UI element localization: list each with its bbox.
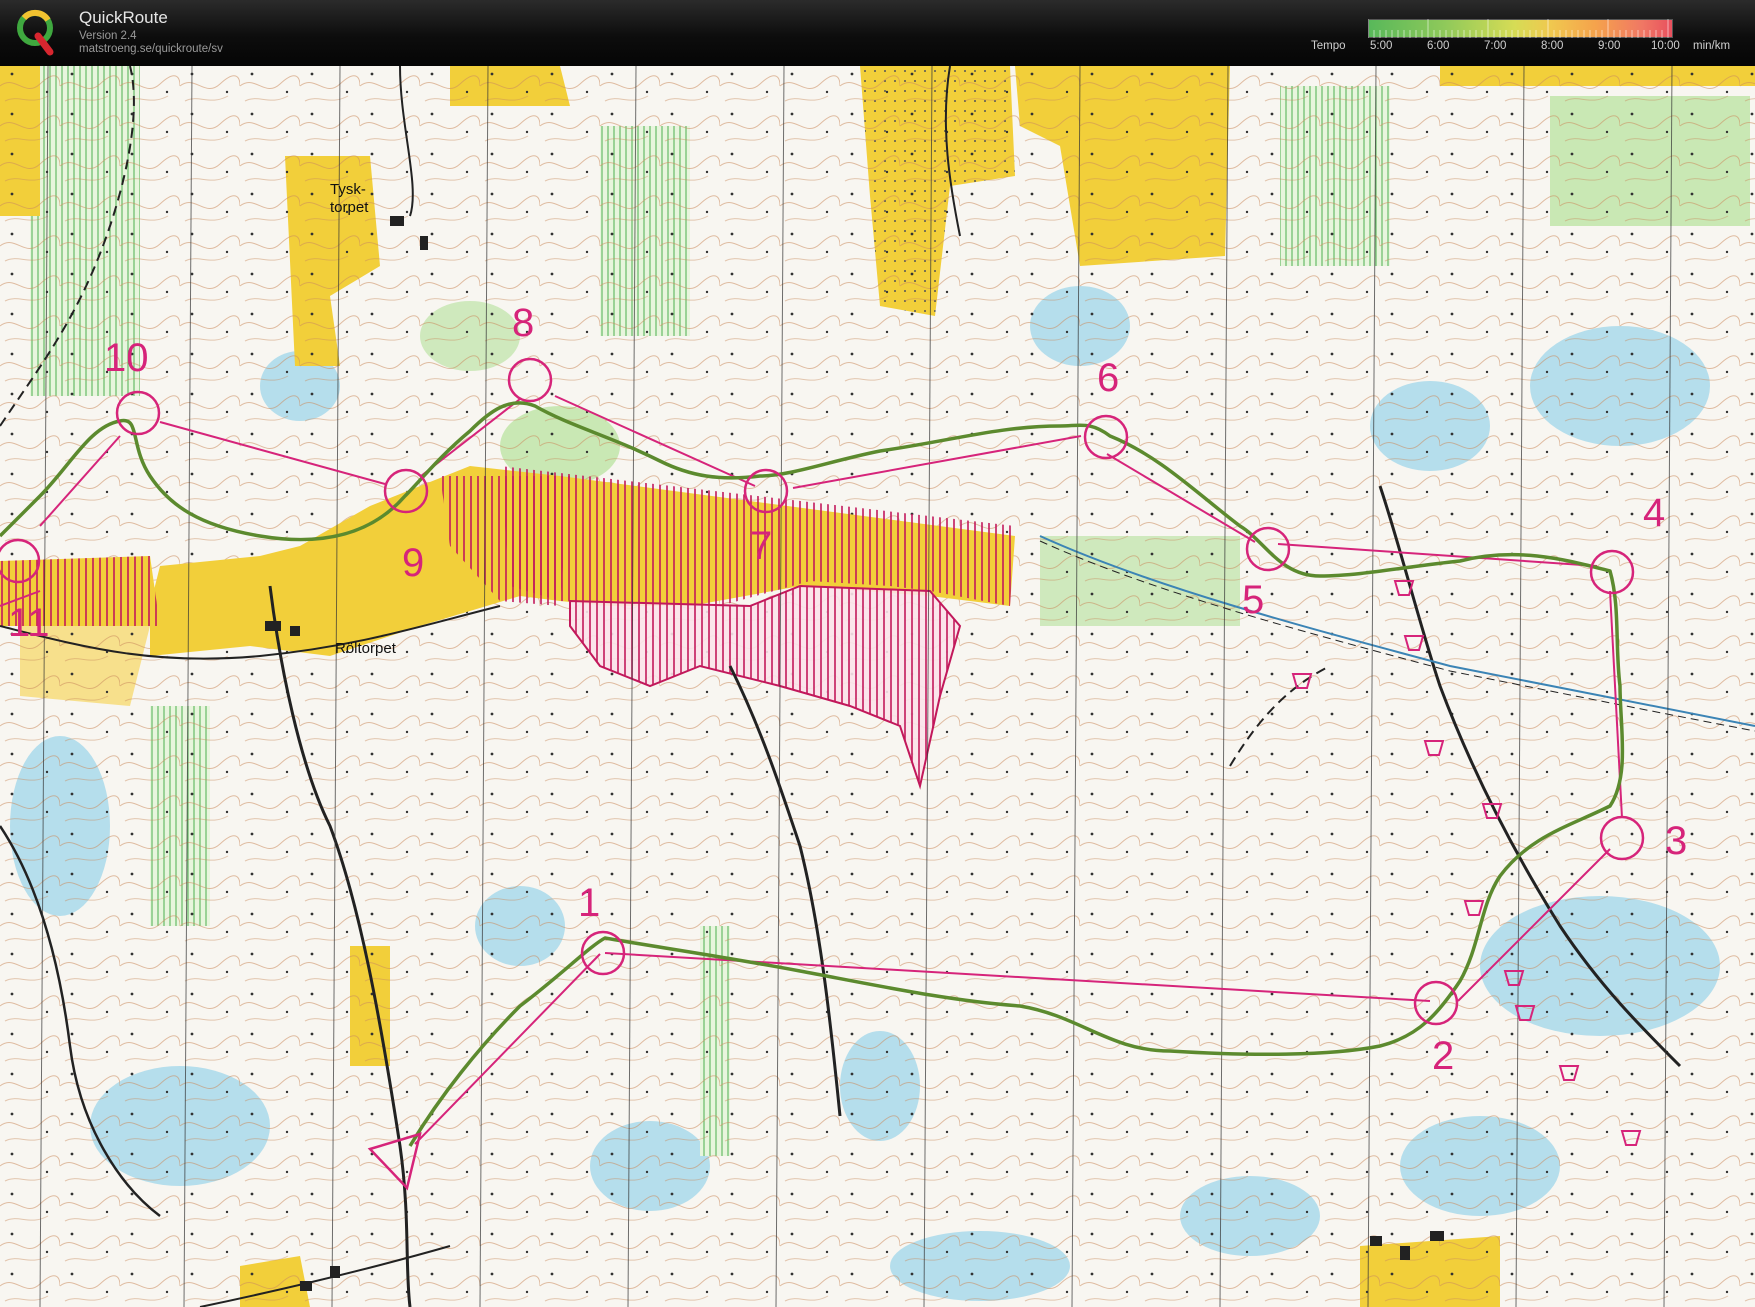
tempo-tick-label: 6:00 [1427,40,1450,52]
app-url[interactable]: matstroeng.se/quickroute/sv [79,43,223,55]
control-number-3: 3 [1665,819,1687,863]
control-number-11: 11 [8,601,50,645]
tempo-tick-label: 9:00 [1598,40,1621,52]
tempo-tick-label: 8:00 [1541,40,1564,52]
place-name-tysktorpet-1: Tysk- [330,181,366,198]
app-title: QuickRoute [79,8,168,27]
control-number-10: 10 [104,336,149,380]
control-number-8: 8 [512,301,534,345]
tempo-scale-ticks [1368,19,1669,38]
orienteering-map[interactable]: Tysk- torpet Röltorpet 1 2 3 4 5 6 7 8 9… [0,66,1755,1307]
place-name-tysktorpet-2: torpet [330,199,369,216]
control-number-6: 6 [1097,356,1119,400]
app-version: Version 2.4 [79,30,137,42]
control-number-2: 2 [1432,1034,1454,1078]
control-number-7: 7 [750,524,772,568]
quickroute-logo-icon [17,9,54,56]
place-name-roltorpet: Röltorpet [335,640,397,657]
app-header: QuickRoute Version 2.4 matstroeng.se/qui… [0,0,1755,66]
control-number-1: 1 [578,881,600,925]
tempo-tick-label: 10:00 [1651,40,1680,52]
tempo-tick-label: 5:00 [1370,40,1393,52]
tempo-unit: min/km [1693,40,1731,52]
control-number-9: 9 [402,541,424,585]
tempo-tick-label: 7:00 [1484,40,1507,52]
tempo-label: Tempo [1311,40,1346,52]
control-number-4: 4 [1643,491,1665,535]
control-number-5: 5 [1242,578,1264,622]
